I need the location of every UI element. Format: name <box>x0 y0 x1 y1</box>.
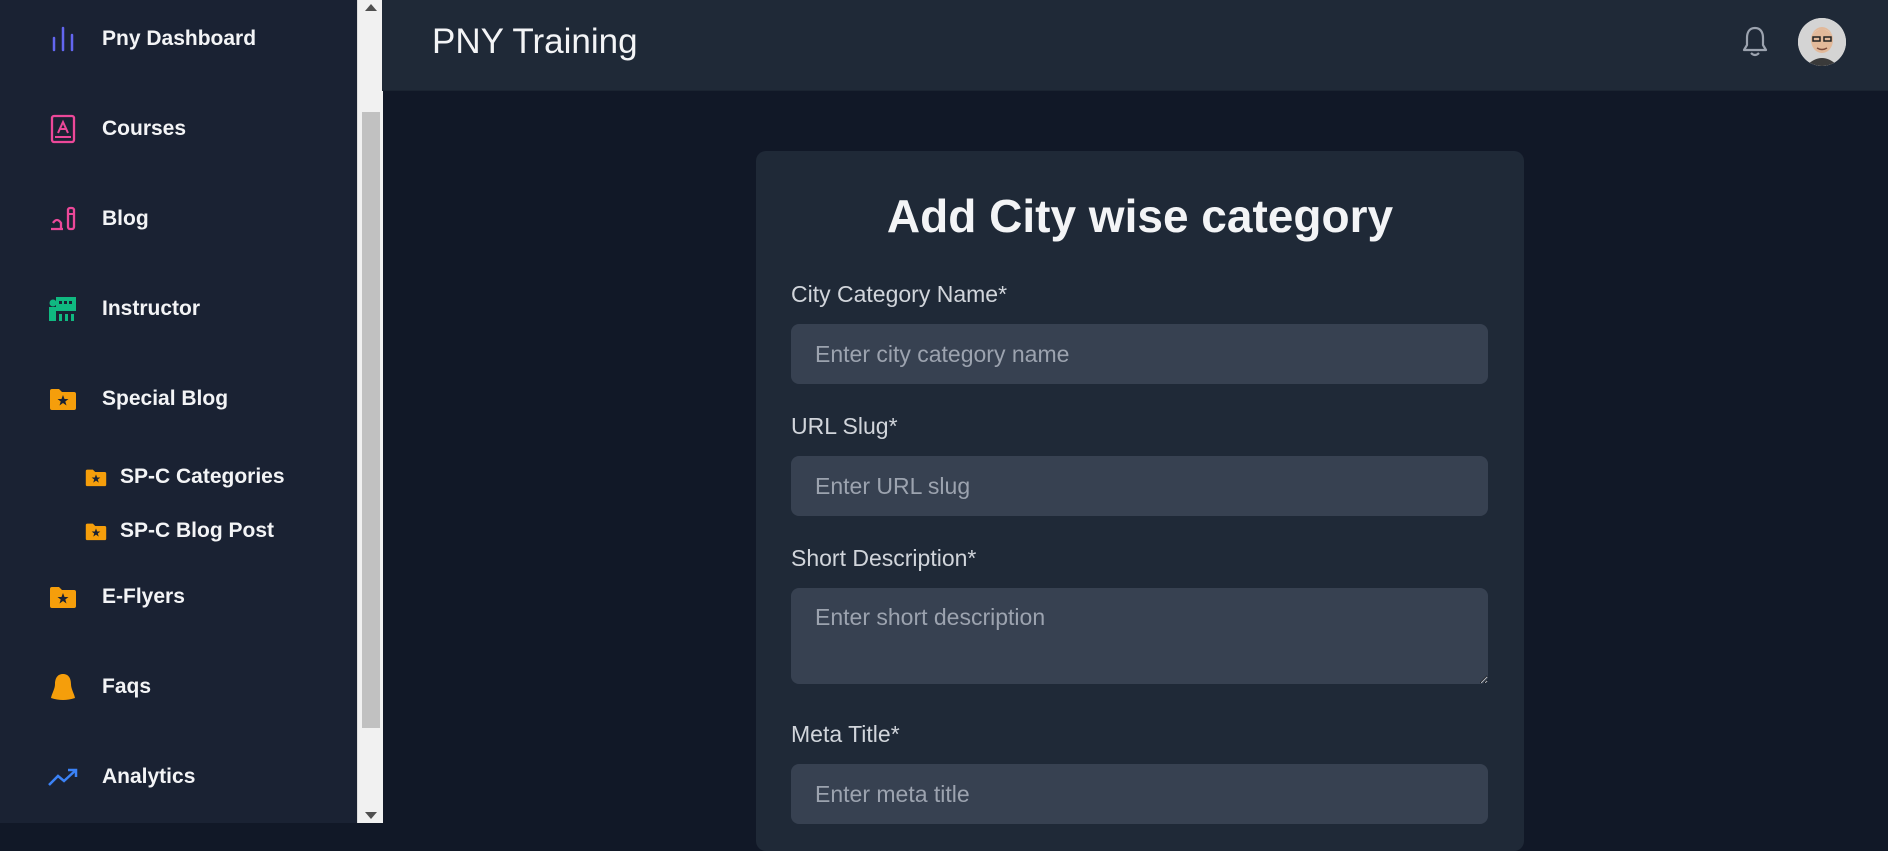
app-title: PNY Training <box>432 22 638 61</box>
sidebar-subitem-label: SP-C Categories <box>120 465 285 488</box>
sidebar-item-label: Instructor <box>102 297 201 320</box>
sidebar-item-e-flyers[interactable]: E-Flyers <box>0 567 357 627</box>
trending-up-icon <box>48 762 78 792</box>
sidebar: Pny Dashboard Courses Blog Instructor Sp… <box>0 0 357 823</box>
meta-title-input[interactable] <box>791 764 1488 824</box>
pen-icon <box>48 204 78 234</box>
folder-star-icon <box>84 465 108 489</box>
url-slug-label: URL Slug* <box>791 413 898 439</box>
sidebar-subitem-label: SP-C Blog Post <box>120 519 275 542</box>
scroll-down-arrow-icon[interactable] <box>365 812 377 819</box>
city-category-name-label: City Category Name* <box>791 281 1008 307</box>
short-description-textarea[interactable] <box>791 588 1488 684</box>
sidebar-item-label: E-Flyers <box>102 585 185 608</box>
user-icon <box>48 672 78 702</box>
top-header: PNY Training <box>382 0 1888 91</box>
sidebar-item-pny-dashboard[interactable]: Pny Dashboard <box>0 9 357 69</box>
bell-icon[interactable] <box>1740 24 1770 60</box>
sidebar-item-instructor[interactable]: Instructor <box>0 279 357 339</box>
sidebar-subitem-spc-blog-post[interactable]: SP-C Blog Post <box>0 511 300 551</box>
sidebar-item-label: Blog <box>102 207 149 230</box>
sidebar-item-label: Courses <box>102 117 187 140</box>
scroll-thumb[interactable] <box>362 112 380 728</box>
meta-title-label: Meta Title* <box>791 721 900 747</box>
user-avatar[interactable] <box>1798 18 1846 66</box>
book-icon <box>48 114 78 144</box>
bar-chart-icon <box>48 24 78 54</box>
sidebar-item-label: Pny Dashboard <box>102 27 257 50</box>
city-category-name-input[interactable] <box>791 324 1488 384</box>
sidebar-item-special-blog[interactable]: Special Blog <box>0 369 357 429</box>
add-city-category-form: Add City wise category City Category Nam… <box>756 151 1524 851</box>
short-description-label: Short Description* <box>791 545 977 571</box>
form-title: Add City wise category <box>886 190 1394 242</box>
sidebar-scrollbar[interactable] <box>357 0 383 823</box>
sidebar-subitem-spc-categories[interactable]: SP-C Categories <box>0 457 300 497</box>
sidebar-item-label: Analytics <box>102 765 196 788</box>
scroll-up-arrow-icon[interactable] <box>365 4 377 11</box>
sidebar-item-courses[interactable]: Courses <box>0 99 357 159</box>
sidebar-item-analytics[interactable]: Analytics <box>0 747 357 807</box>
folder-star-icon <box>48 582 78 612</box>
chalkboard-teacher-icon <box>48 294 78 324</box>
sidebar-item-faqs[interactable]: Faqs <box>0 657 357 717</box>
sidebar-item-label: Special Blog <box>102 387 229 410</box>
folder-star-icon <box>84 519 108 543</box>
folder-star-icon <box>48 384 78 414</box>
url-slug-input[interactable] <box>791 456 1488 516</box>
sidebar-item-blog[interactable]: Blog <box>0 189 357 249</box>
sidebar-item-label: Faqs <box>102 675 152 698</box>
